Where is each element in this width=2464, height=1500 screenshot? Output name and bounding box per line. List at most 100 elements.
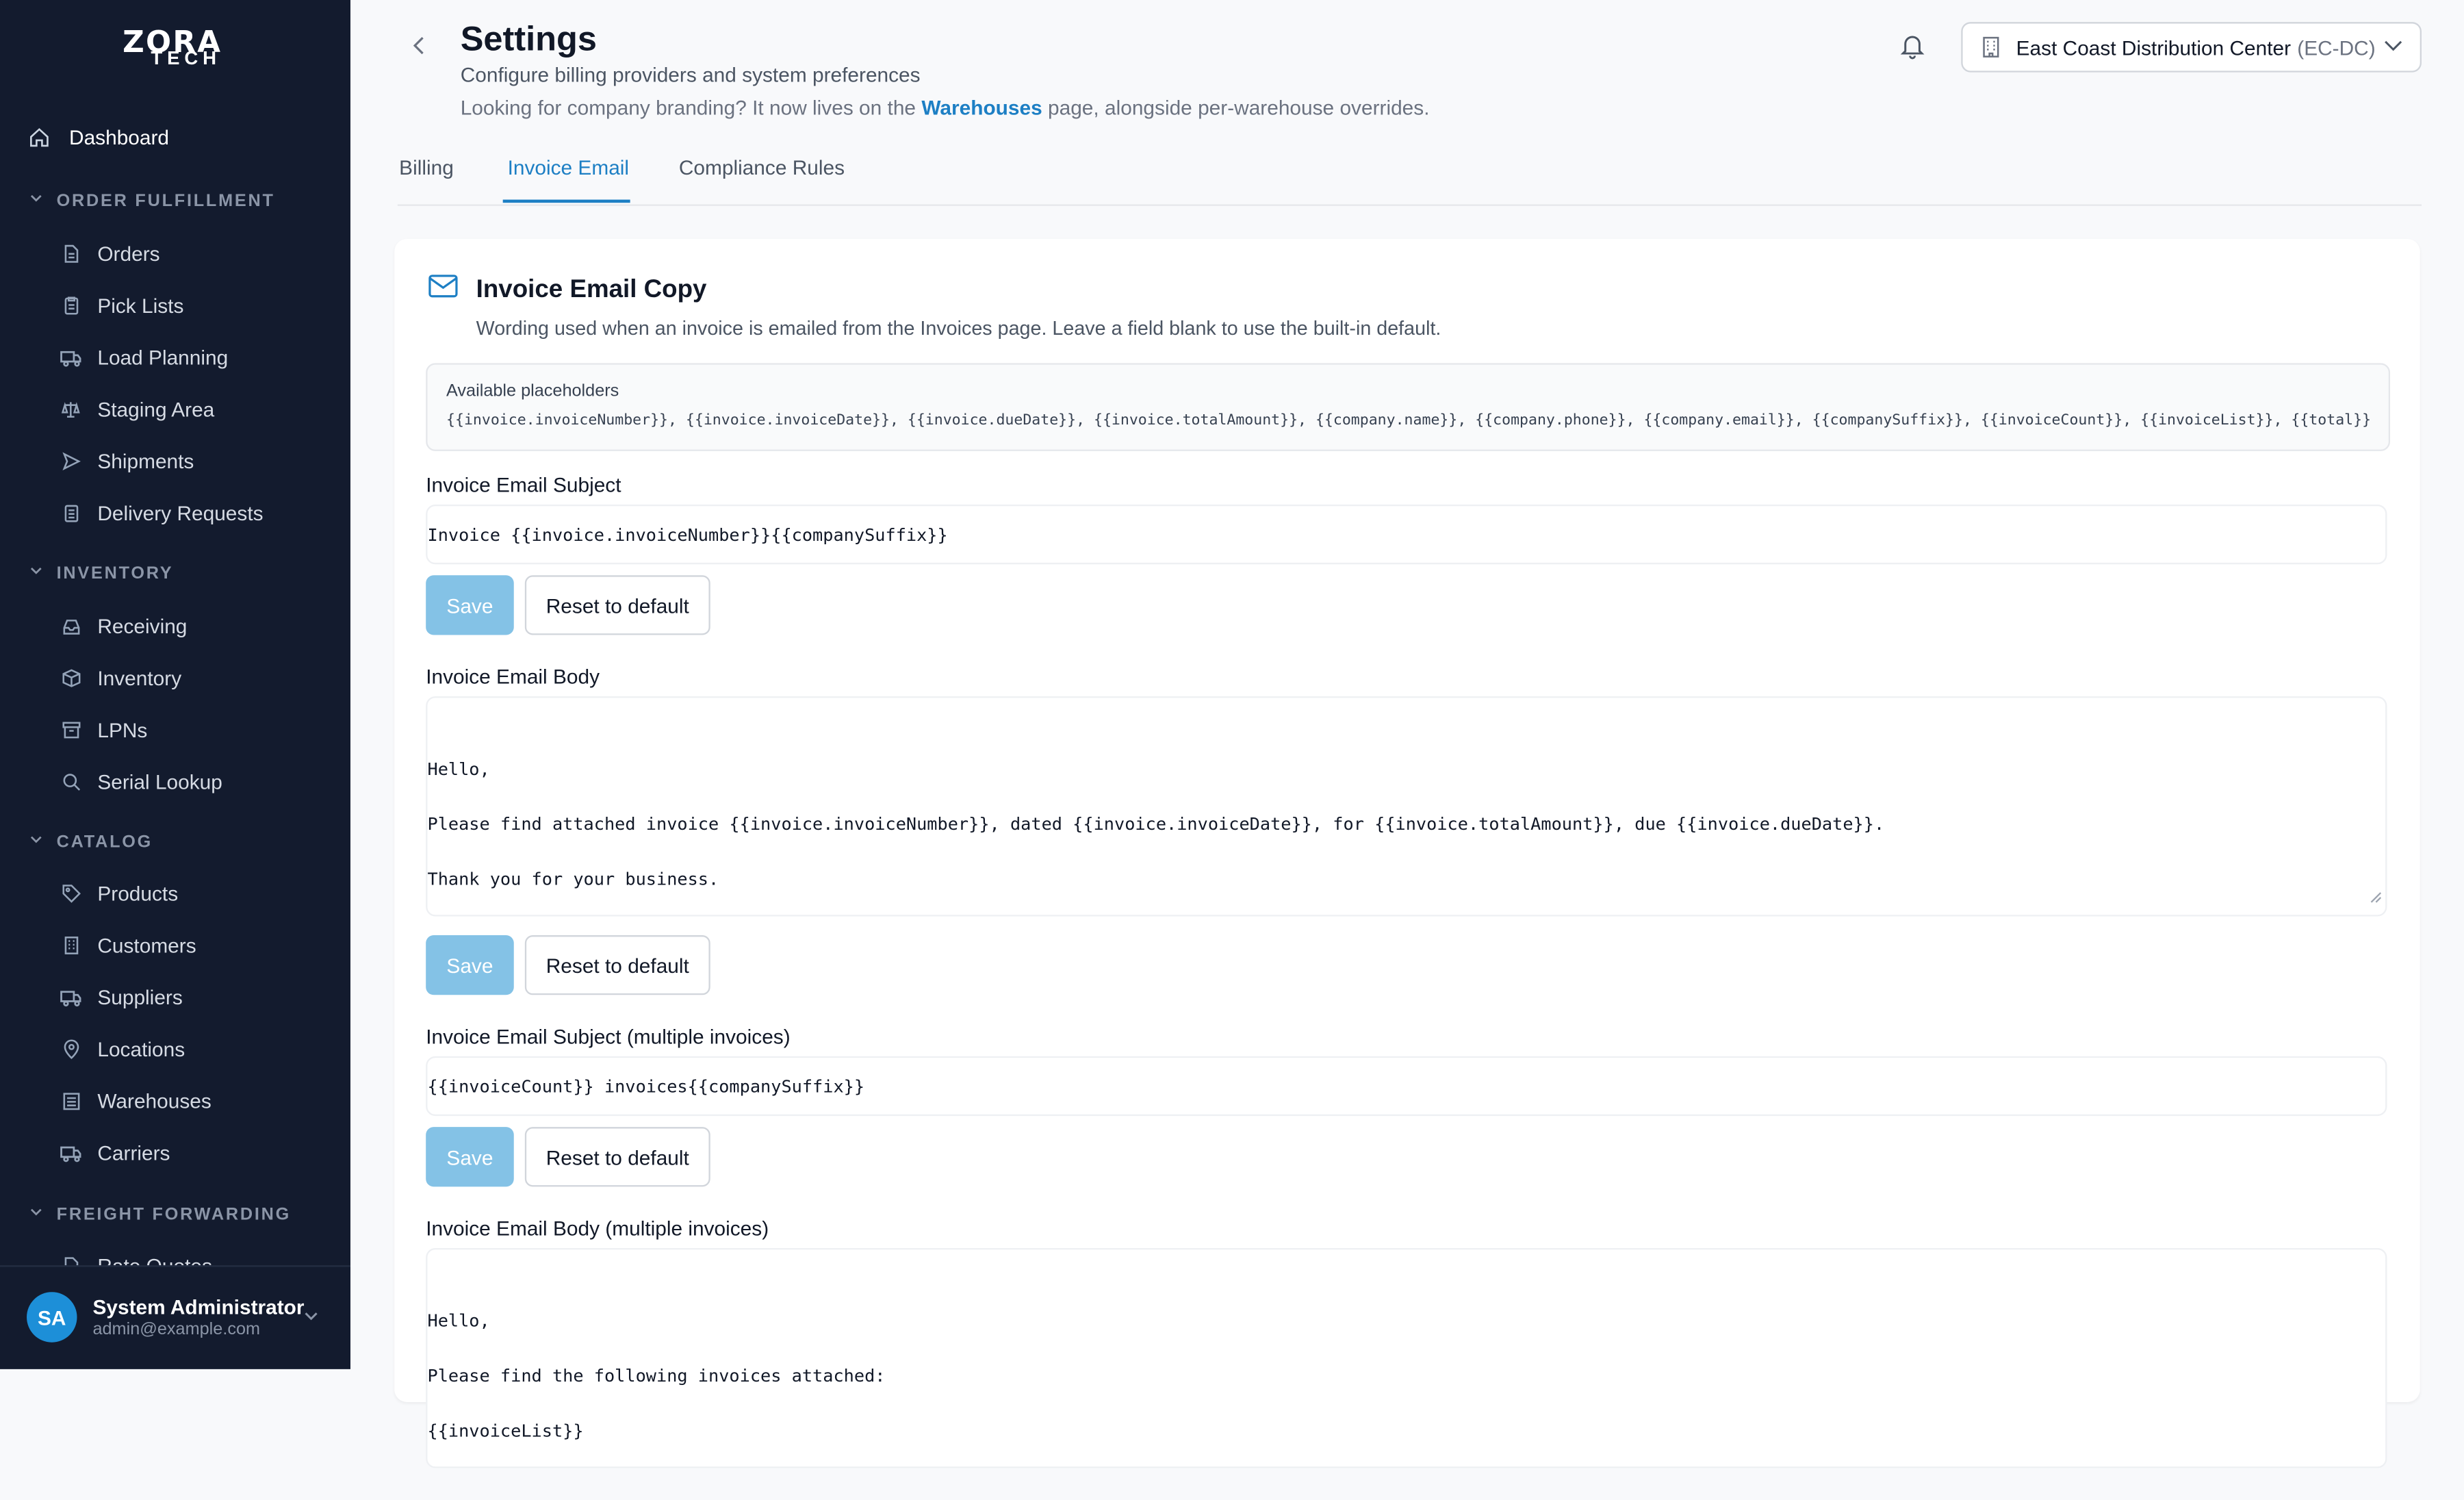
user-name: System Administrator xyxy=(92,1295,305,1319)
warehouse-select[interactable]: East Coast Distribution Center (EC-DC) xyxy=(1961,22,2422,73)
invoice-email-card: Invoice Email Copy Wording used when an … xyxy=(394,238,2420,1469)
section-header-inventory[interactable]: INVENTORY xyxy=(28,563,173,583)
sidebar-item-label: Delivery Requests xyxy=(97,500,264,524)
sidebar-item-label: Carriers xyxy=(97,1140,170,1165)
sidebar-item-label: Serial Lookup xyxy=(97,769,222,793)
chevron-down-icon xyxy=(28,190,44,211)
tab-billing[interactable]: Billing xyxy=(399,155,454,179)
inbox-icon xyxy=(60,615,81,637)
sidebar-item-lpns[interactable]: LPNs xyxy=(0,707,350,751)
body-textarea[interactable]: Hello, Please find attached invoice {{in… xyxy=(426,696,2387,917)
sidebar-item-label: Suppliers xyxy=(97,984,183,1008)
branding-note-text-start: Looking for company branding? It now liv… xyxy=(460,96,922,120)
tab-invoice-email[interactable]: Invoice Email xyxy=(508,155,630,179)
home-icon xyxy=(28,126,50,148)
reset-body-button[interactable]: Reset to default xyxy=(524,935,710,995)
sidebar-item-customers[interactable]: Customers xyxy=(0,923,350,967)
card-description: Wording used when an invoice is emailed … xyxy=(476,317,1441,340)
chevron-down-icon xyxy=(28,563,44,583)
subject-input[interactable]: Invoice {{invoice.invoiceNumber}}{{compa… xyxy=(426,504,2387,565)
sidebar-item-label: Locations xyxy=(97,1037,185,1060)
back-chevron-icon[interactable] xyxy=(410,35,429,65)
multi-body-textarea[interactable]: Hello, Please find the following invoice… xyxy=(426,1247,2387,1469)
reset-multi-subject-button[interactable]: Reset to default xyxy=(524,1127,710,1187)
save-body-button[interactable]: Save xyxy=(426,935,514,995)
resize-handle-icon[interactable] xyxy=(2370,884,2382,911)
sidebar-item-label: Customers xyxy=(97,932,196,957)
scale-icon xyxy=(60,398,81,420)
mail-icon xyxy=(427,273,459,306)
save-subject-button[interactable]: Save xyxy=(426,575,514,635)
sidebar-item-carriers[interactable]: Carriers xyxy=(0,1130,350,1174)
active-tab-indicator xyxy=(502,199,630,203)
sidebar-item-warehouses[interactable]: Warehouses xyxy=(0,1078,350,1122)
save-multi-subject-button[interactable]: Save xyxy=(426,1127,514,1187)
sidebar-item-locations[interactable]: Locations xyxy=(0,1026,350,1070)
sidebar-item-inventory[interactable]: Inventory xyxy=(0,655,350,699)
warehouses-link[interactable]: Warehouses xyxy=(921,96,1042,119)
brand-logo[interactable]: ZORA TECH xyxy=(123,25,233,73)
sidebar-item-label: Warehouses xyxy=(97,1088,211,1113)
sidebar-item-label: Pick Lists xyxy=(97,293,184,317)
sidebar-item-label: Dashboard xyxy=(69,125,170,149)
search-icon xyxy=(60,770,81,792)
send-icon xyxy=(60,450,81,472)
chevron-down-icon[interactable] xyxy=(302,1305,321,1333)
sidebar-item-label: LPNs xyxy=(97,717,148,741)
subject-label: Invoice Email Subject xyxy=(426,473,621,497)
placeholders-list: {{invoice.invoiceNumber}}, {{invoice.inv… xyxy=(446,411,2372,429)
truck-icon xyxy=(60,986,81,1008)
avatar[interactable]: SA xyxy=(27,1292,77,1343)
section-header-catalog[interactable]: CATALOG xyxy=(28,832,153,852)
sidebar-item-staging-area[interactable]: Staging Area xyxy=(0,387,350,431)
sidebar-item-shipments[interactable]: Shipments xyxy=(0,439,350,483)
tab-compliance-rules[interactable]: Compliance Rules xyxy=(679,155,845,179)
multi-subject-input[interactable]: {{invoiceCount}} invoices{{companySuffix… xyxy=(426,1056,2387,1117)
sidebar-item-label: Products xyxy=(97,880,179,905)
card-title: Invoice Email Copy xyxy=(476,277,707,304)
sidebar-item-pick-lists[interactable]: Pick Lists xyxy=(0,283,350,327)
sidebar: ZORA TECH Dashboard ORDER FULFILLMENT Or… xyxy=(0,0,350,1369)
section-header-order-fulfillment[interactable]: ORDER FULFILLMENT xyxy=(28,190,274,211)
sidebar-item-orders[interactable]: Orders xyxy=(0,231,350,275)
section-title: CATALOG xyxy=(56,832,153,852)
sidebar-item-suppliers[interactable]: Suppliers xyxy=(0,974,350,1018)
app-root: ZORA TECH Dashboard ORDER FULFILLMENT Or… xyxy=(0,0,2464,1469)
sidebar-item-label: Load Planning xyxy=(97,344,229,369)
section-header-freight-forwarding[interactable]: FREIGHT FORWARDING xyxy=(28,1204,291,1225)
sidebar-item-receiving[interactable]: Receiving xyxy=(0,604,350,648)
sidebar-item-serial-lookup[interactable]: Serial Lookup xyxy=(0,759,350,803)
sidebar-item-label: Orders xyxy=(97,241,160,265)
map-pin-icon xyxy=(60,1037,81,1059)
sidebar-item-products[interactable]: Products xyxy=(0,871,350,915)
sidebar-item-label: Shipments xyxy=(97,448,194,472)
chevron-down-icon xyxy=(28,832,44,852)
sidebar-item-load-planning[interactable]: Load Planning xyxy=(0,335,350,379)
clipboard-icon xyxy=(60,294,81,316)
sidebar-item-dashboard[interactable]: Dashboard xyxy=(0,115,350,159)
user-email: admin@example.com xyxy=(92,1320,261,1340)
branding-note: Looking for company branding? It now liv… xyxy=(461,96,1430,119)
bell-icon[interactable] xyxy=(1898,31,1926,68)
reset-subject-button[interactable]: Reset to default xyxy=(524,575,710,635)
warehouse-select-name: East Coast Distribution Center xyxy=(2016,35,2292,60)
warehouse-select-code: (EC-DC) xyxy=(2297,35,2376,60)
multi-subject-label: Invoice Email Subject (multiple invoices… xyxy=(426,1024,791,1049)
sidebar-item-label: Inventory xyxy=(97,665,182,689)
section-title: INVENTORY xyxy=(56,563,174,583)
clipboard-list-icon xyxy=(60,501,81,523)
section-title: FREIGHT FORWARDING xyxy=(56,1204,292,1224)
tag-icon xyxy=(60,882,81,904)
building-icon xyxy=(60,934,81,956)
placeholders-box: Available placeholders {{invoice.invoice… xyxy=(426,363,2391,451)
sidebar-item-label: Receiving xyxy=(97,613,188,637)
branding-note-text-end: page, alongside per-warehouse overrides. xyxy=(1042,96,1430,120)
multi-body-label: Invoice Email Body (multiple invoices) xyxy=(426,1217,769,1241)
body-label: Invoice Email Body xyxy=(426,665,600,689)
sidebar-item-delivery-requests[interactable]: Delivery Requests xyxy=(0,490,350,534)
chevron-down-icon xyxy=(2383,36,2404,60)
main-content: Settings Configure billing providers and… xyxy=(350,0,2464,1469)
chevron-down-icon xyxy=(28,1204,44,1225)
brand-logo-line2: TECH xyxy=(151,47,221,70)
page-subtitle: Configure billing providers and system p… xyxy=(460,62,921,87)
